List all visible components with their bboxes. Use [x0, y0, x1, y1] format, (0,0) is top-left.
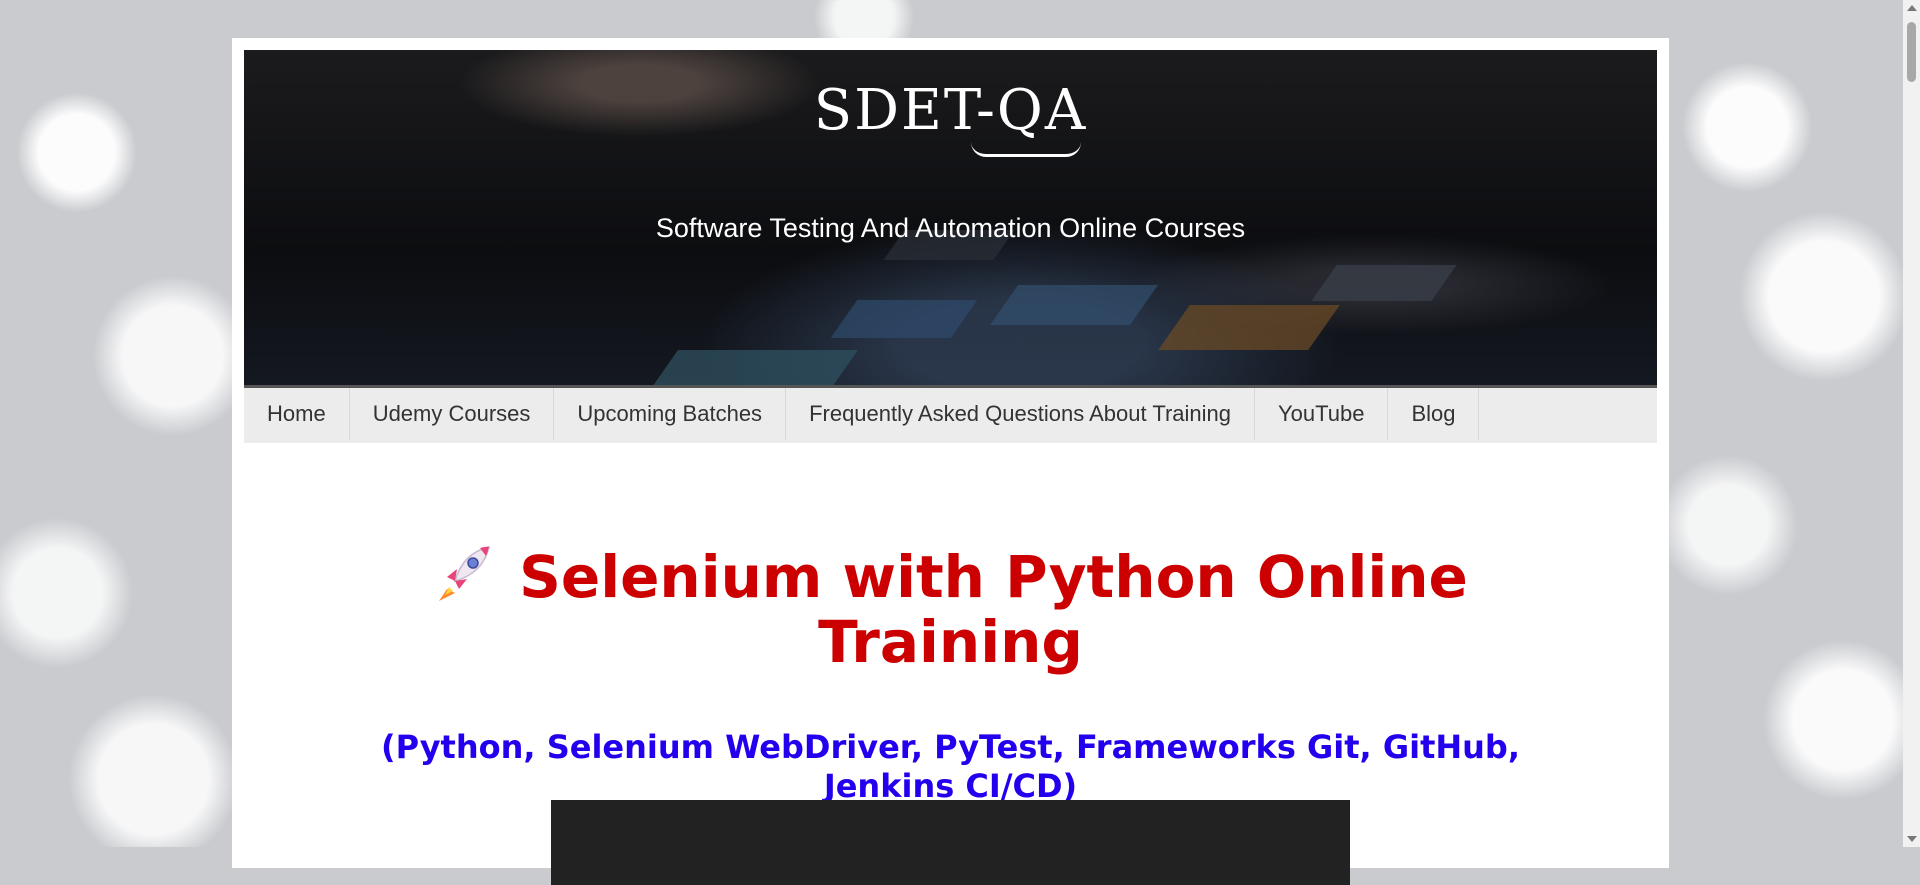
hero-title: Selenium with Python Online Training [232, 543, 1669, 675]
nav-item-youtube[interactable]: YouTube [1255, 388, 1389, 440]
rocket-icon [433, 543, 493, 603]
site-tagline: Software Testing And Automation Online C… [655, 213, 1246, 243]
nav-item-upcoming-batches[interactable]: Upcoming Batches [554, 388, 787, 440]
site-logo[interactable]: SDET-QA [244, 78, 1657, 143]
nav-item-home[interactable]: Home [244, 388, 350, 440]
logo-swoosh [970, 142, 1081, 157]
video-embed[interactable] [551, 800, 1350, 885]
page-container: SDET-QA Software Testing And Automation … [232, 38, 1669, 885]
site-header-banner: SDET-QA Software Testing And Automation … [244, 50, 1657, 385]
scroll-up-arrow-icon[interactable] [1907, 5, 1917, 11]
hero-subtitle: (Python, Selenium WebDriver, PyTest, Fra… [292, 728, 1609, 806]
nav-item-faq-training[interactable]: Frequently Asked Questions About Trainin… [786, 388, 1255, 440]
nav-item-blog[interactable]: Blog [1388, 388, 1480, 440]
hero-title-line1: Selenium with Python Online [519, 543, 1468, 611]
page-scrollbar[interactable] [1903, 0, 1920, 847]
hero-title-line2: Training [818, 608, 1083, 676]
scroll-thumb[interactable] [1907, 22, 1916, 82]
scroll-down-arrow-icon[interactable] [1907, 836, 1917, 842]
nav-item-udemy-courses[interactable]: Udemy Courses [350, 388, 555, 440]
main-navigation: Home Udemy Courses Upcoming Batches Freq… [244, 385, 1657, 443]
hero-subtitle-line1: (Python, Selenium WebDriver, PyTest, Fra… [381, 728, 1520, 766]
